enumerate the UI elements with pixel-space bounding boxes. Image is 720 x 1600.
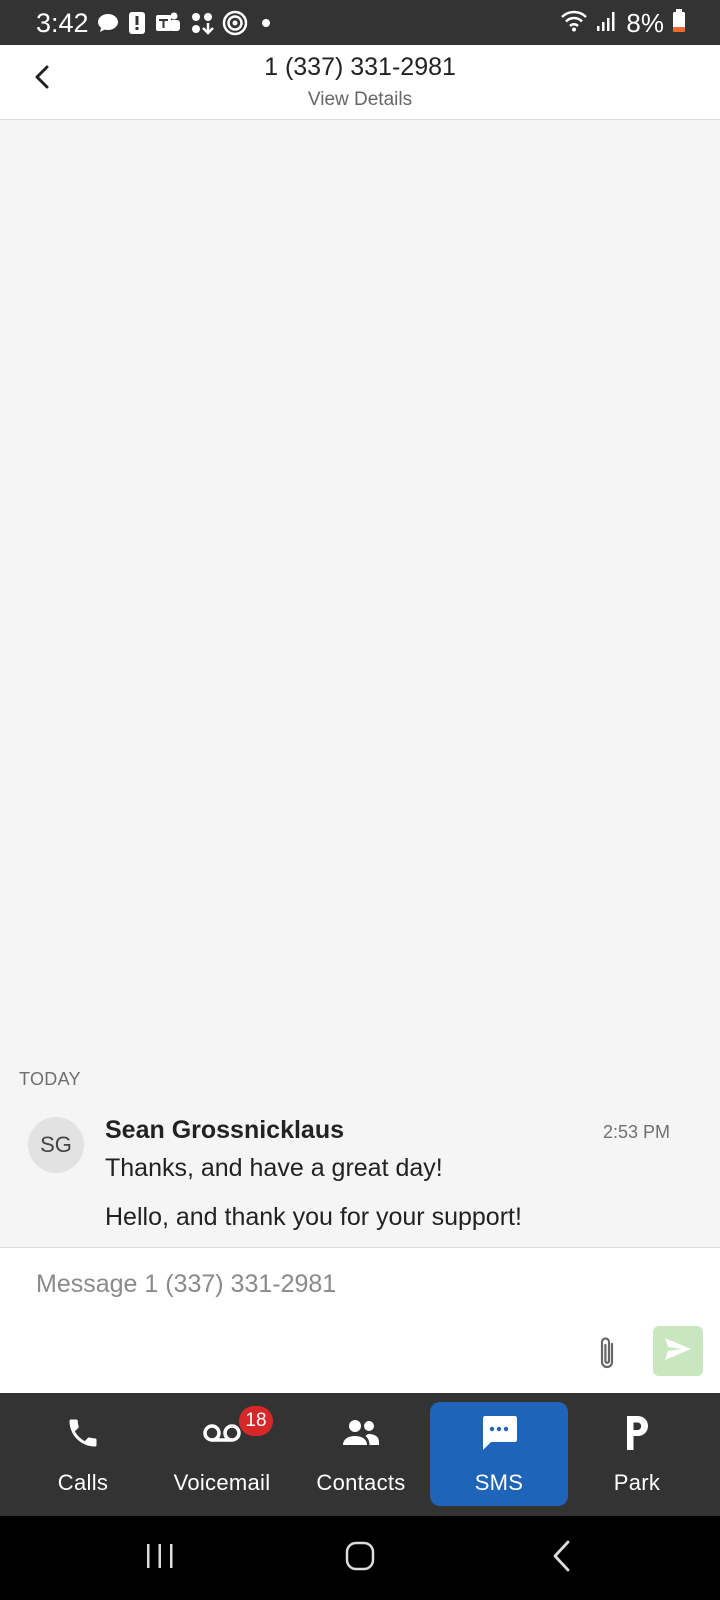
status-time: 3:42: [36, 8, 89, 38]
avatar: SG: [28, 1117, 84, 1173]
nav-sms-label: SMS: [474, 1470, 524, 1495]
contacts-icon: [292, 1408, 430, 1458]
date-divider: TODAY: [19, 1069, 81, 1089]
send-button[interactable]: [653, 1326, 703, 1376]
message-icon: [430, 1408, 568, 1458]
nav-sms[interactable]: SMS: [430, 1402, 568, 1506]
phone-icon: [14, 1408, 152, 1458]
nav-park-label: Park: [613, 1470, 661, 1495]
home-icon: [344, 1540, 376, 1577]
page-title: 1 (337) 331-2981: [264, 53, 456, 81]
battery-icon: [672, 9, 686, 38]
target-icon: [222, 10, 248, 36]
message-timestamp: 2:53 PM: [602, 1122, 670, 1142]
signal-icon: [596, 9, 618, 38]
compose-bar: [0, 1247, 720, 1393]
nav-voicemail[interactable]: 18 Voicemail: [153, 1402, 291, 1506]
nav-park[interactable]: Park: [568, 1402, 706, 1506]
send-icon: [663, 1336, 693, 1367]
nav-calls-label: Calls: [57, 1470, 109, 1495]
message-input[interactable]: [20, 1262, 700, 1306]
dot-icon: [256, 11, 276, 35]
back-arrow-icon: [550, 1539, 574, 1578]
notification-icons: [96, 10, 276, 36]
paperclip-icon: [592, 1337, 622, 1378]
status-bar: 3:42 8%: [0, 0, 720, 45]
teams-icon: [154, 11, 182, 35]
conversation-header: 1 (337) 331-2981 View Details: [0, 45, 720, 120]
message-text: Thanks, and have a great day!: [105, 1154, 443, 1182]
app-icon: [190, 11, 214, 35]
park-icon: [568, 1408, 706, 1458]
alert-icon: [128, 11, 146, 35]
system-status: 8%: [560, 8, 686, 39]
bottom-navigation: Calls 18 Voicemail Contacts SMS Park: [0, 1393, 720, 1516]
nav-calls[interactable]: Calls: [14, 1402, 152, 1506]
view-details-link[interactable]: View Details: [0, 89, 720, 111]
voicemail-badge: 18: [239, 1406, 273, 1436]
nav-voicemail-label: Voicemail: [173, 1470, 271, 1495]
nav-contacts[interactable]: Contacts: [292, 1402, 430, 1506]
nav-contacts-label: Contacts: [316, 1470, 406, 1495]
message-thread[interactable]: TODAY SG Sean Grossnicklaus 2:53 PM Than…: [0, 121, 720, 1247]
system-navigation-bar: [0, 1516, 720, 1600]
chat-bubble-icon: [96, 11, 120, 35]
system-back-button[interactable]: [537, 1536, 587, 1580]
recent-apps-button[interactable]: [135, 1536, 185, 1580]
battery-percent: 8%: [626, 8, 664, 38]
wifi-icon: [560, 9, 588, 38]
message-text: Hello, and thank you for your support!: [105, 1203, 522, 1231]
attach-button[interactable]: [592, 1334, 622, 1374]
sender-name: Sean Grossnicklaus: [105, 1116, 345, 1144]
recent-apps-icon: [144, 1541, 176, 1576]
home-button[interactable]: [335, 1536, 385, 1580]
